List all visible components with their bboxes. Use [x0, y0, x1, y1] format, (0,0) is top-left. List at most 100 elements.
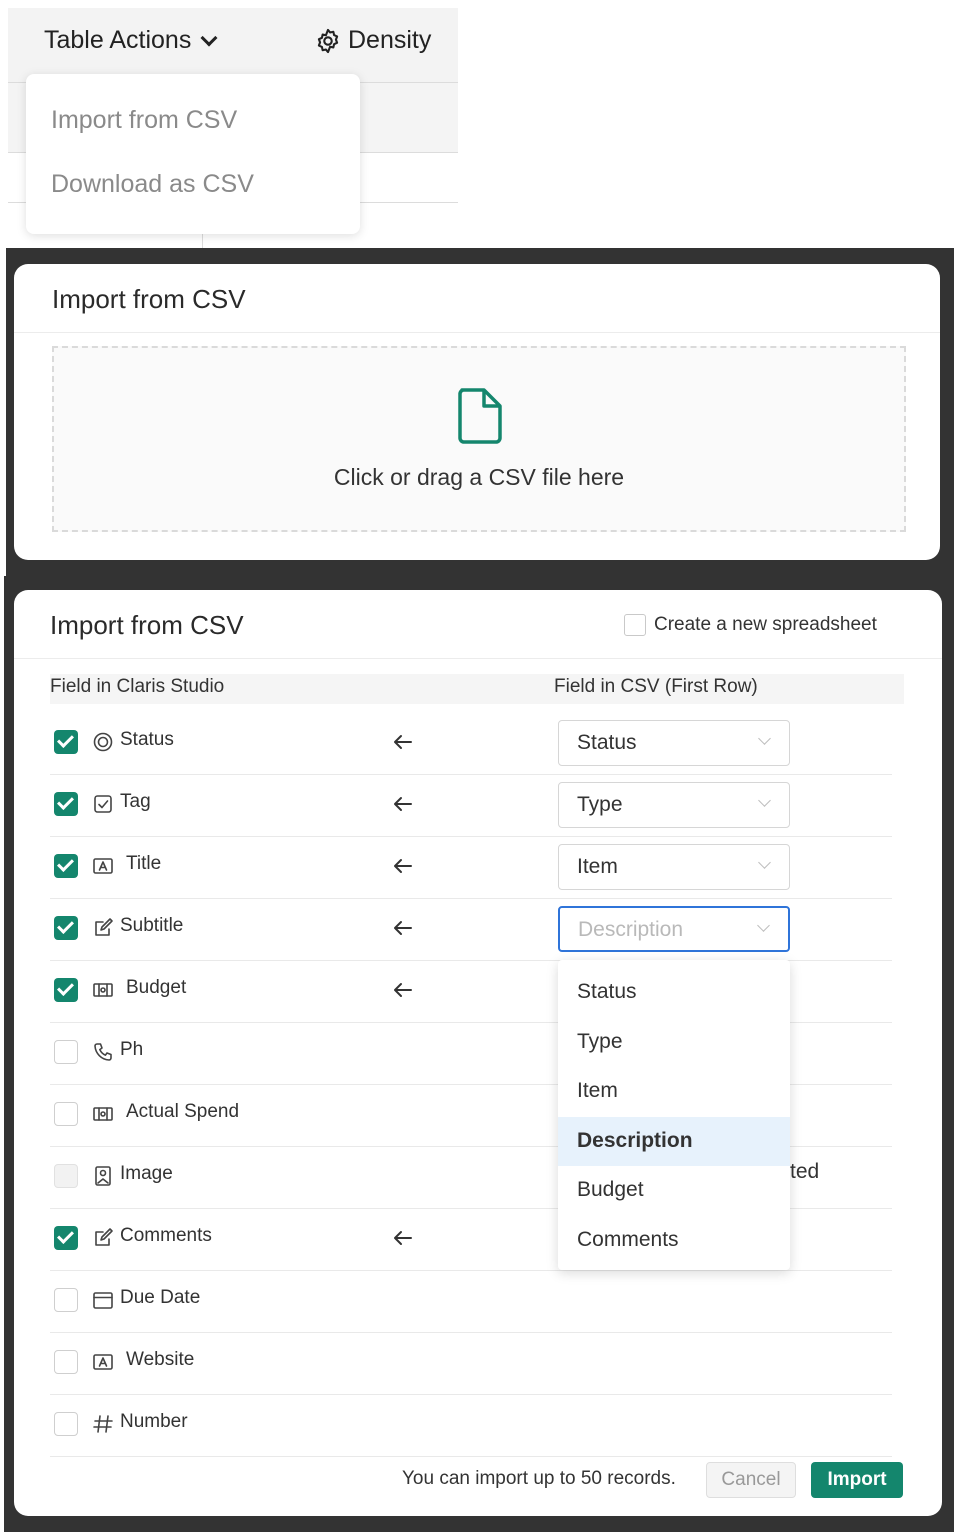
csv-field-value: Item: [577, 855, 618, 878]
mapping-row: Status Status: [50, 712, 892, 775]
dropdown-option[interactable]: Description: [558, 1116, 790, 1166]
file-icon: [458, 388, 502, 444]
field-label: Number: [120, 1411, 188, 1432]
field-checkbox[interactable]: [54, 730, 78, 754]
table-actions-button[interactable]: Table Actions: [44, 26, 218, 55]
field-label: Ph: [120, 1039, 144, 1060]
csv-field-dropdown: Status Type Item Description Budget Comments: [558, 960, 790, 1270]
dropdown-option[interactable]: Item: [558, 1067, 790, 1116]
density-label: Density: [348, 26, 432, 54]
status-icon: [93, 732, 113, 752]
chevron-down-icon: [757, 919, 770, 932]
field-label: Tag: [120, 791, 151, 812]
import-limit-note: You can import up to 50 records.: [402, 1468, 676, 1489]
field-label: Image: [120, 1163, 173, 1184]
field-checkbox: [54, 1164, 78, 1188]
dropdown-option[interactable]: Budget: [558, 1166, 790, 1215]
upload-panel-backdrop: Import from CSV Click or drag a CSV file…: [6, 248, 954, 576]
dropdown-option-label: Status: [577, 980, 637, 1003]
field-checkbox[interactable]: [54, 854, 78, 878]
dropdown-option[interactable]: Type: [558, 1018, 790, 1067]
mapping-row: Number: [50, 1394, 892, 1457]
chevron-down-icon: [758, 794, 771, 807]
field-checkbox[interactable]: [54, 1226, 78, 1250]
dropdown-option-label: Item: [577, 1079, 618, 1102]
field-label: Comments: [120, 1225, 212, 1246]
field-checkbox[interactable]: [54, 1288, 78, 1312]
dropdown-option[interactable]: Status: [558, 968, 790, 1017]
field-checkbox[interactable]: [54, 1102, 78, 1126]
cancel-button[interactable]: Cancel: [706, 1462, 796, 1498]
mapping-row: Subtitle Description: [50, 898, 892, 961]
arrow-left-icon: [394, 983, 412, 997]
text-field-icon: [93, 1354, 113, 1370]
field-checkbox[interactable]: [54, 1350, 78, 1374]
field-checkbox[interactable]: [54, 792, 78, 816]
arrow-left-icon: [394, 859, 412, 873]
phone-icon: [94, 1043, 112, 1061]
field-label: Website: [126, 1349, 195, 1370]
partial-text: ted: [790, 1160, 820, 1183]
dialog-title: Import from CSV: [52, 284, 246, 314]
field-label: Status: [120, 729, 174, 750]
field-label: Actual Spend: [126, 1101, 240, 1122]
mapping-row: Title Item: [50, 836, 892, 899]
field-checkbox[interactable]: [54, 916, 78, 940]
currency-icon: [93, 1107, 113, 1121]
csv-field-select[interactable]: Item: [558, 844, 790, 890]
new-spreadsheet-checkbox[interactable]: Create a new spreadsheet: [624, 614, 877, 636]
field-checkbox[interactable]: [54, 978, 78, 1002]
divider: [14, 332, 940, 333]
table-actions-label: Table Actions: [44, 26, 192, 54]
checkbox[interactable]: [624, 614, 646, 636]
dropdown-option[interactable]: Comments: [558, 1216, 790, 1265]
chevron-down-icon: [758, 732, 771, 745]
hash-icon: [93, 1415, 113, 1433]
csv-dropzone[interactable]: Click or drag a CSV file here: [52, 346, 906, 532]
dropzone-text: Click or drag a CSV file here: [333, 464, 625, 490]
csv-field-select[interactable]: Description: [558, 906, 790, 952]
csv-field-value: Description: [578, 918, 684, 941]
mapping-table-header: Field in Claris Studio Field in CSV (Fir…: [50, 674, 904, 704]
dropdown-option-label: Type: [577, 1029, 623, 1053]
mapping-dialog: Import from CSV Create a new spreadsheet…: [14, 590, 942, 1516]
menu-item-download-csv[interactable]: Download as CSV: [51, 170, 254, 199]
table-actions-menu: Import from CSV Download as CSV: [26, 74, 360, 234]
field-checkbox[interactable]: [54, 1412, 78, 1436]
dialog-title: Import from CSV: [50, 610, 244, 640]
field-label: Title: [126, 853, 162, 874]
gear-icon: [317, 28, 339, 53]
arrow-left-icon: [394, 797, 412, 811]
dropdown-option-label: Description: [577, 1128, 693, 1152]
column-header-studio: Field in Claris Studio: [50, 676, 225, 697]
field-label: Budget: [126, 977, 187, 998]
mapping-panel-backdrop: Import from CSV Create a new spreadsheet…: [4, 576, 954, 1532]
dropdown-option-label: Budget: [577, 1178, 644, 1201]
csv-field-select[interactable]: Status: [558, 720, 790, 766]
tag-icon: [94, 795, 112, 813]
csv-field-select[interactable]: Type: [558, 782, 790, 828]
mapping-row: Tag Type: [50, 774, 892, 837]
edit-icon: [95, 918, 113, 936]
mapping-row: Website: [50, 1332, 892, 1395]
chevron-down-icon: [758, 856, 771, 869]
menu-item-import-csv[interactable]: Import from CSV: [51, 106, 237, 135]
dropdown-option-label: Comments: [577, 1227, 679, 1251]
edit-icon: [95, 1228, 113, 1246]
field-label: Due Date: [120, 1287, 201, 1308]
image-icon: [95, 1166, 111, 1186]
chevron-down-icon: [200, 29, 218, 46]
arrow-left-icon: [394, 921, 412, 935]
arrow-left-icon: [394, 1231, 412, 1245]
density-button[interactable]: Density: [314, 26, 431, 55]
mapping-row: Due Date: [50, 1270, 892, 1333]
upload-dialog: Import from CSV Click or drag a CSV file…: [14, 264, 940, 560]
import-button[interactable]: Import: [811, 1462, 903, 1498]
arrow-left-icon: [394, 735, 412, 749]
text-field-icon: [93, 858, 113, 874]
field-label: Subtitle: [120, 915, 184, 936]
csv-field-value: Status: [577, 731, 637, 754]
currency-icon: [93, 983, 113, 997]
field-checkbox[interactable]: [54, 1040, 78, 1064]
new-spreadsheet-label: Create a new spreadsheet: [654, 614, 877, 635]
